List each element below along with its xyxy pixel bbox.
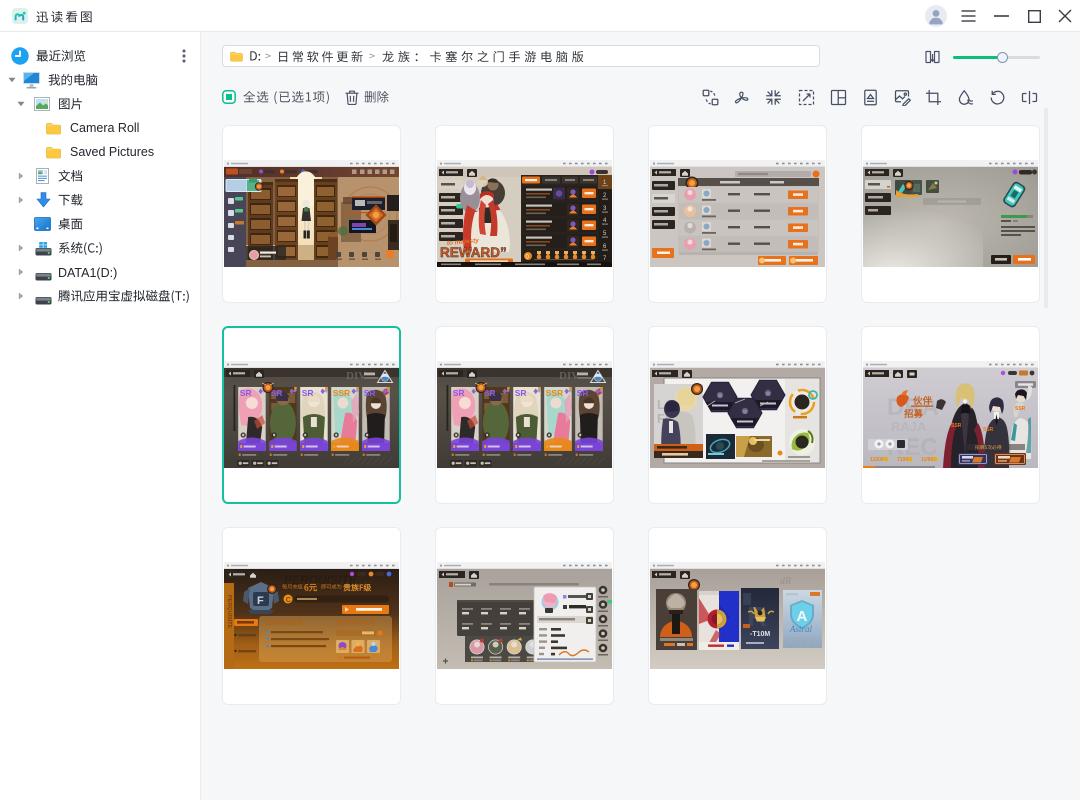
svg-text:-T10M: -T10M [750, 631, 770, 638]
svg-text:CREW: CREW [784, 635, 821, 649]
svg-text:SSR: SSR [1015, 406, 1026, 412]
svg-text:SR: SR [577, 388, 589, 398]
svg-text:SR: SR [453, 388, 465, 398]
svg-text:F: F [257, 595, 264, 607]
svg-text:DIV: DIV [559, 370, 579, 382]
svg-text:REWARD”: REWARD” [440, 245, 507, 260]
svg-text:dR: dR [780, 576, 791, 587]
svg-text:A: A [797, 608, 808, 625]
svg-text:RAJA: RAJA [891, 419, 927, 434]
svg-text:11000: 11000 [870, 457, 884, 463]
svg-text:SSR: SSR [983, 427, 994, 433]
svg-text:C: C [286, 597, 291, 604]
svg-text:DIV: DIV [346, 370, 366, 382]
svg-text:SR: SR [364, 388, 376, 398]
svg-text:DRA: DRA [887, 394, 939, 421]
svg-text:SR: SR [302, 388, 314, 398]
svg-text:SSR: SSR [951, 423, 962, 429]
svg-text:SR: SR [240, 388, 252, 398]
svg-text:SSR: SSR [546, 388, 563, 398]
svg-text:Astral: Astral [789, 624, 813, 634]
svg-text:11/90: 11/90 [921, 457, 933, 463]
svg-text:SR: SR [515, 388, 527, 398]
svg-text:PERQUISITE: PERQUISITE [226, 595, 232, 629]
svg-text:7190: 7190 [897, 457, 908, 463]
svg-text:SSR: SSR [333, 388, 350, 398]
